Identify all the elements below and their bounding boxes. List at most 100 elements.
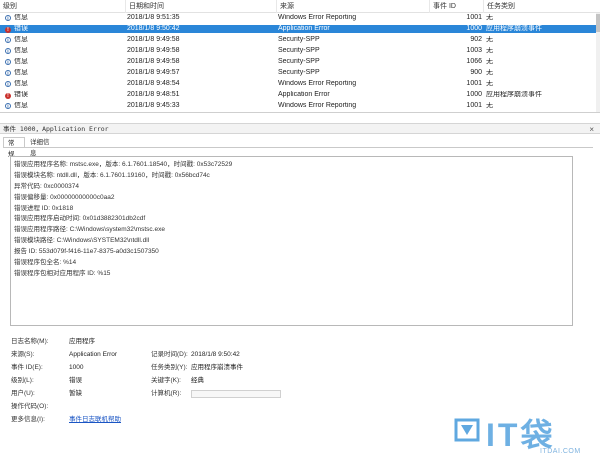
event-id-cell: 1003 — [466, 47, 482, 54]
event-level-cell: i 信息 — [0, 80, 126, 88]
event-date-cell: 2018/1/8 9:49:58 — [127, 47, 180, 54]
event-list-header: 级别 日期和时间 来源 事件 ID 任务类别 — [0, 0, 600, 13]
event-category-cell: 无 — [486, 47, 493, 54]
list-scrollbar-thumb[interactable] — [596, 14, 600, 32]
event-level-text: 错误 — [14, 25, 28, 32]
event-description-line: 错误程序包全名: %14 — [14, 259, 77, 267]
event-source-cell: Application Error — [278, 25, 330, 32]
info-icon: i — [5, 48, 11, 55]
event-row-error[interactable]: ! 错误 2018/1/8 9:50:42 Application Error 1000… — [0, 25, 598, 34]
level-value: 错误 — [69, 377, 82, 384]
event-source-cell: Windows Error Reporting — [278, 80, 357, 87]
watermark-logo-icon — [454, 418, 480, 442]
log-name-value: 应用程序 — [69, 338, 95, 345]
event-level-text: 信息 — [14, 80, 28, 87]
event-row-info[interactable]: i 信息 2018/1/8 9:45:33 Windows Error Reporti… — [0, 102, 598, 110]
close-icon[interactable]: × — [589, 124, 594, 135]
event-row-info[interactable]: i 信息 2018/1/8 9:49:58 Security-SPP 1066 无 — [0, 58, 598, 66]
event-level-text: 信息 — [14, 69, 28, 76]
event-source-cell: Security-SPP — [278, 47, 320, 54]
logged-label: 记录时间(D): — [151, 351, 188, 358]
event-id-cell: 1000 — [466, 91, 482, 98]
user-label: 用户(U): — [11, 390, 35, 397]
event-level-text: 信息 — [14, 14, 28, 21]
event-level-text: 错误 — [14, 91, 28, 98]
event-description-line: 报告 ID: 553d079f-f416-11e7-8375-a0d3c1507… — [14, 248, 159, 256]
task-category-value: 应用程序崩溃事件 — [191, 364, 243, 371]
event-id-cell: 1001 — [466, 102, 482, 109]
event-level-cell: i 信息 — [0, 58, 126, 66]
computer-label: 计算机(R): — [151, 390, 182, 397]
event-list[interactable]: 级别 日期和时间 来源 事件 ID 任务类别 i 信息 2018/1/8 9:51:… — [0, 0, 600, 113]
computer-value — [191, 390, 281, 398]
event-date-cell: 2018/1/8 9:49:57 — [127, 69, 180, 76]
event-category-cell: 无 — [486, 69, 493, 76]
event-source-cell: Security-SPP — [278, 58, 320, 65]
info-icon: i — [5, 15, 11, 22]
event-source-cell: Security-SPP — [278, 69, 320, 76]
event-level-cell: i 信息 — [0, 69, 126, 77]
error-icon: ! — [5, 27, 11, 33]
keywords-value: 经典 — [191, 377, 204, 384]
event-level-cell: i 信息 — [0, 14, 126, 22]
event-date-cell: 2018/1/8 9:45:33 — [127, 102, 180, 109]
column-header-event-id[interactable]: 事件 ID — [430, 0, 484, 13]
info-icon: i — [5, 81, 11, 88]
event-id-label: 事件 ID(E): — [11, 364, 43, 371]
level-label: 级别(L): — [11, 377, 34, 384]
event-source-cell: Windows Error Reporting — [278, 14, 357, 21]
event-level-text: 信息 — [14, 36, 28, 43]
event-source-cell: Application Error — [278, 91, 330, 98]
event-category-cell: 应用程序崩溃事件 — [486, 25, 542, 32]
column-header-category[interactable]: 任务类别 — [484, 0, 600, 13]
event-description-line: 错误应用程序启动时间: 0x01d3882301db2cdf — [14, 215, 146, 223]
task-category-label: 任务类别(Y): — [151, 364, 188, 371]
event-id-value: 1000 — [69, 364, 84, 371]
event-description-lines: 错误应用程序名称: mstsc.exe，版本: 6.1.7601.18540，时… — [14, 160, 569, 280]
keywords-label: 关键字(K): — [151, 377, 181, 384]
event-category-cell: 无 — [486, 14, 493, 21]
watermark-site-text: ITDAI.COM — [540, 448, 581, 455]
event-date-cell: 2018/1/8 9:48:54 — [127, 80, 180, 87]
event-row-info[interactable]: i 信息 2018/1/8 9:49:58 Security-SPP 1003 无 — [0, 47, 598, 55]
event-description-line: 异常代码: 0xc0000374 — [14, 182, 80, 190]
more-info-label: 更多信息(I): — [11, 416, 45, 423]
event-description-box[interactable]: 错误应用程序名称: mstsc.exe，版本: 6.1.7601.18540，时… — [10, 156, 573, 326]
event-level-text: 信息 — [14, 47, 28, 54]
event-date-cell: 2018/1/8 9:50:42 — [127, 25, 180, 32]
event-level-cell: ! 错误 — [0, 91, 126, 99]
event-detail-title: 事件 1000，Application Error — [3, 125, 109, 133]
event-id-cell: 1001 — [466, 80, 482, 87]
event-date-cell: 2018/1/8 9:49:58 — [127, 58, 180, 65]
event-category-cell: 无 — [486, 58, 493, 65]
event-log-online-help-link[interactable]: 事件日志联机帮助 — [69, 415, 121, 425]
event-id-cell: 1066 — [466, 58, 482, 65]
event-row-info[interactable]: i 信息 2018/1/8 9:48:54 Windows Error Reporti… — [0, 80, 598, 88]
event-row-info[interactable]: i 信息 2018/1/8 9:51:35 Windows Error Reporti… — [0, 14, 598, 22]
event-description-line: 错误应用程序路径: C:\Windows\system32\mstsc.exe — [14, 226, 165, 234]
info-icon: i — [5, 103, 11, 110]
event-level-cell: i 信息 — [0, 47, 126, 55]
event-description-line: 错误应用程序名称: mstsc.exe，版本: 6.1.7601.18540，时… — [14, 161, 233, 168]
event-id-cell: 1000 — [466, 25, 482, 32]
event-category-cell: 无 — [486, 80, 493, 87]
column-header-date[interactable]: 日期和时间 — [126, 0, 277, 13]
column-header-level[interactable]: 级别 — [0, 0, 126, 13]
event-description-line: 错误进程 ID: 0x1818 — [14, 204, 74, 212]
event-row-error[interactable]: ! 错误 2018/1/8 9:48:51 Application Error 1000… — [0, 91, 598, 99]
event-id-cell: 902 — [470, 36, 482, 43]
event-id-cell: 900 — [470, 69, 482, 76]
column-header-source[interactable]: 来源 — [277, 0, 430, 13]
event-row-info[interactable]: i 信息 2018/1/8 9:49:58 Security-SPP 902 无 — [0, 36, 598, 44]
event-category-cell: 应用程序崩溃事件 — [486, 91, 542, 98]
error-icon: ! — [5, 93, 11, 99]
source-value: Application Error — [69, 351, 118, 358]
event-level-cell: ! 错误 — [0, 25, 126, 33]
event-source-cell: Security-SPP — [278, 36, 320, 43]
log-name-label: 日志名称(M): — [11, 338, 49, 345]
info-icon: i — [5, 59, 11, 66]
event-row-info[interactable]: i 信息 2018/1/8 9:49:57 Security-SPP 900 无 — [0, 69, 598, 77]
event-detail-title-bar: 事件 1000，Application Error × — [0, 123, 600, 134]
user-value: 暂缺 — [69, 390, 82, 397]
event-description-line: 错误模块路径: C:\Windows\SYSTEM32\ntdll.dll — [14, 237, 150, 245]
